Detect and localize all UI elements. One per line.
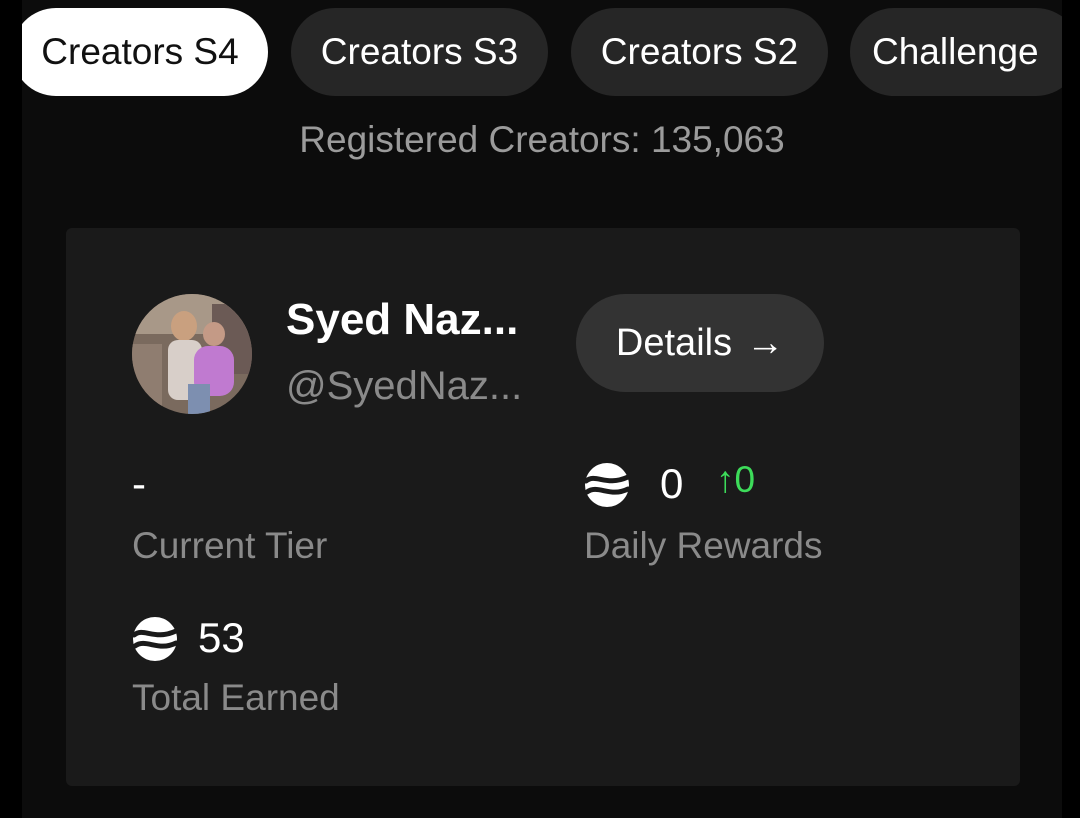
daily-rewards-value: 0 bbox=[660, 460, 684, 507]
tab-challenge[interactable]: Challenge bbox=[850, 8, 1062, 96]
avatar-image bbox=[132, 294, 252, 414]
season-tabs: Creators S4 Creators S3 Creators S2 Chal… bbox=[22, 0, 1062, 100]
tab-creators-s3[interactable]: Creators S3 bbox=[291, 8, 548, 96]
avatar bbox=[132, 294, 252, 414]
total-earned-value: 53 bbox=[198, 614, 245, 661]
creator-name: Syed Naz... bbox=[286, 295, 519, 344]
registered-creators-count: Registered Creators: 135,063 bbox=[299, 119, 785, 160]
tab-creators-s4[interactable]: Creators S4 bbox=[22, 8, 268, 96]
tab-creators-s2[interactable]: Creators S2 bbox=[571, 8, 828, 96]
current-tier-value: - bbox=[132, 460, 146, 507]
current-tier-label: Current Tier bbox=[132, 525, 328, 566]
details-label: Details bbox=[615, 322, 733, 364]
daily-rewards-label: Daily Rewards bbox=[584, 525, 823, 566]
creator-handle: @SyedNaz... bbox=[286, 364, 523, 408]
token-icon bbox=[132, 617, 178, 661]
creator-card: Syed Naz... @SyedNaz... Details → - Curre… bbox=[66, 228, 1020, 786]
daily-rewards-delta: ↑0 bbox=[716, 459, 756, 500]
details-button[interactable]: Details → bbox=[576, 294, 824, 392]
total-earned-label: Total Earned bbox=[132, 677, 340, 718]
token-icon bbox=[584, 463, 630, 507]
creators-panel: Creators S4 Creators S3 Creators S2 Chal… bbox=[22, 0, 1062, 818]
arrow-right-icon: → bbox=[746, 322, 785, 364]
